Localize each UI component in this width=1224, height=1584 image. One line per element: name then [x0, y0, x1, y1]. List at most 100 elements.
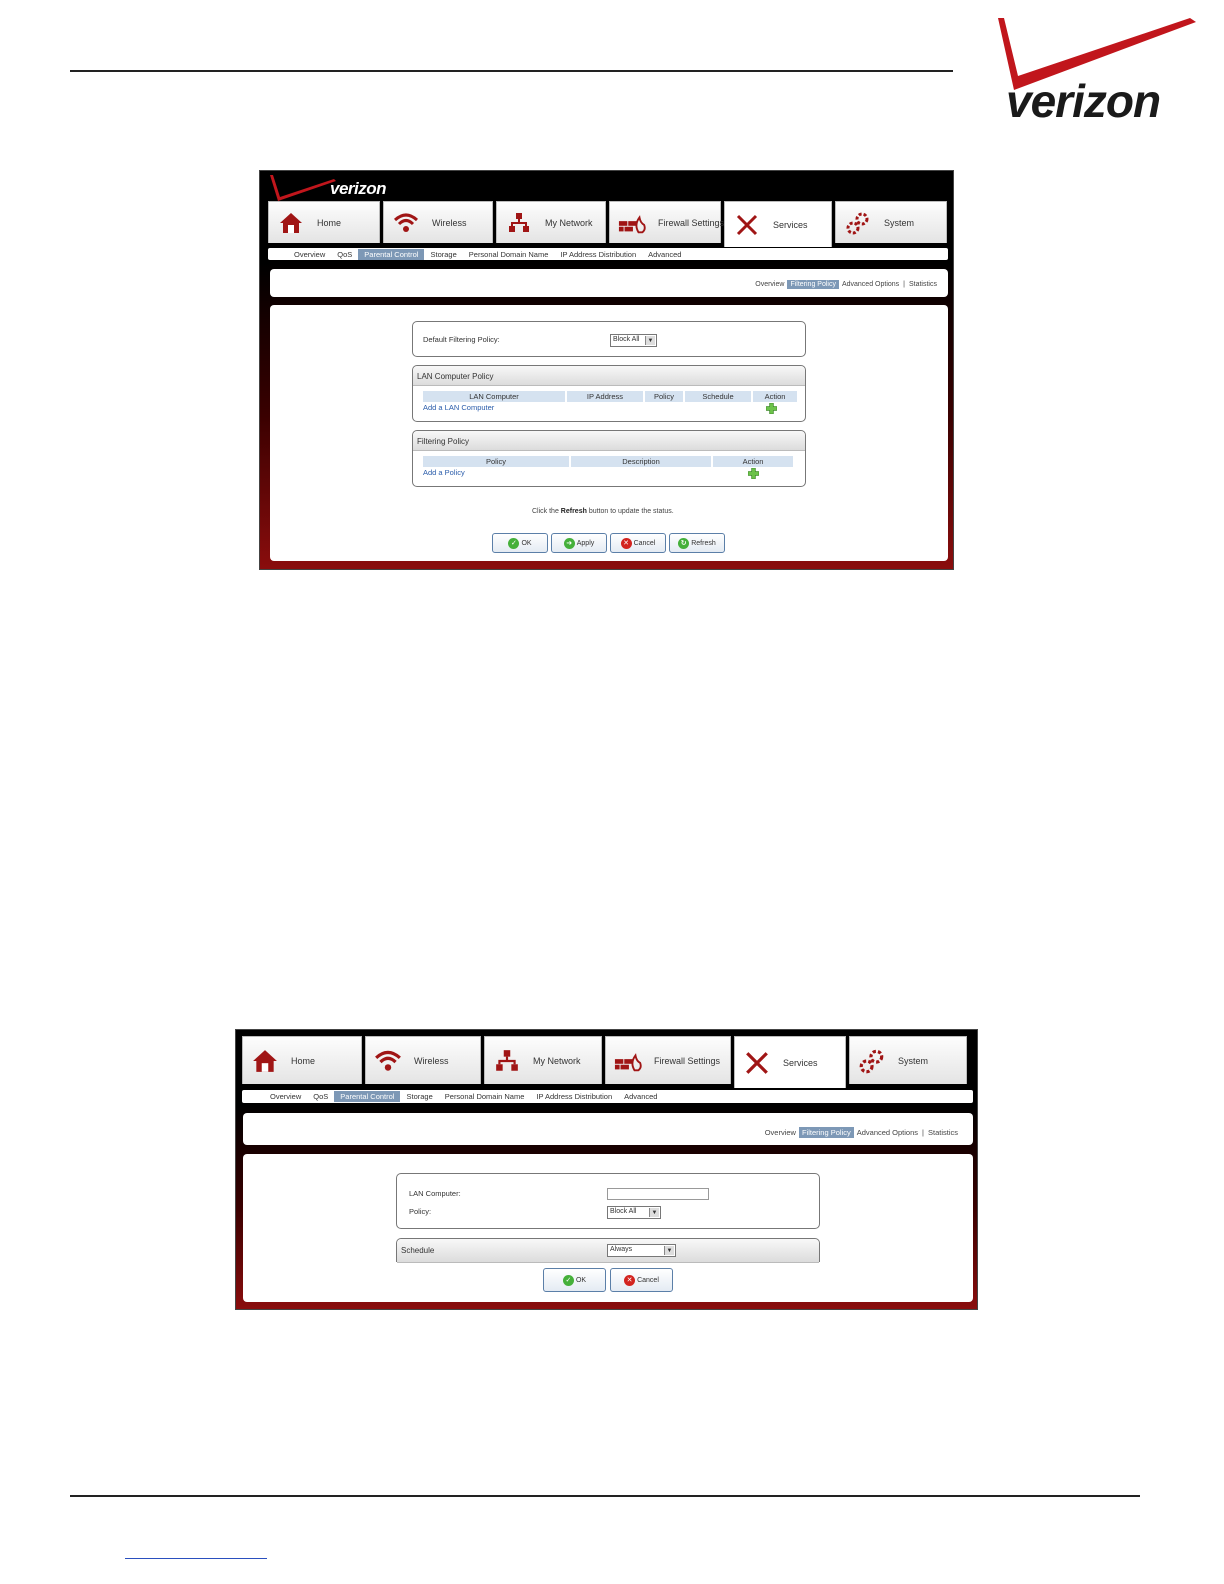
- chevron-down-icon: ▼: [649, 1208, 659, 1217]
- home-icon: [251, 1047, 279, 1075]
- section-nav: Overview Filtering Policy Advanced Optio…: [762, 1127, 961, 1138]
- subnav-advanced[interactable]: Advanced: [642, 249, 687, 260]
- tab-my-network[interactable]: My Network: [484, 1036, 602, 1084]
- tab-firewall-settings[interactable]: Firewall Settings: [605, 1036, 731, 1084]
- lan-table-header: LAN Computer IP Address Policy Schedule …: [423, 391, 799, 402]
- logo-text: verizon: [1006, 75, 1161, 127]
- tab-home[interactable]: Home: [268, 201, 380, 243]
- subnav-qos[interactable]: QoS: [331, 249, 358, 260]
- chevron-down-icon: ▼: [645, 336, 655, 345]
- tab-system[interactable]: System: [849, 1036, 967, 1084]
- firewall-icon: [614, 1047, 642, 1075]
- lan-computer-label: LAN Computer:: [409, 1189, 461, 1198]
- home-icon: [277, 209, 305, 237]
- refresh-button[interactable]: ↻ Refresh: [669, 533, 725, 553]
- policy-label: Policy:: [409, 1207, 432, 1216]
- tab-label: My Network: [533, 1055, 581, 1066]
- subnav-ip-address-distribution[interactable]: IP Address Distribution: [530, 1091, 618, 1102]
- tab-label: Wireless: [432, 217, 467, 228]
- secnav-overview[interactable]: Overview: [762, 1127, 799, 1138]
- tab-wireless[interactable]: Wireless: [383, 201, 493, 243]
- sub-navigation: Overview QoS Parental Control Storage Pe…: [242, 1090, 973, 1103]
- subnav-ip-address-distribution[interactable]: IP Address Distribution: [554, 249, 642, 260]
- services-icon: [733, 211, 761, 239]
- subnav-personal-domain-name[interactable]: Personal Domain Name: [463, 249, 555, 260]
- note-text: button to update the status.: [588, 508, 674, 515]
- ok-button[interactable]: ✓ OK: [492, 533, 548, 553]
- column-header: Policy: [645, 391, 683, 402]
- policy-table-header: Policy Description Action: [423, 456, 795, 467]
- subnav-storage[interactable]: Storage: [424, 249, 462, 260]
- main-panel: LAN Computer: Policy: Block All ▼ Schedu…: [243, 1154, 973, 1302]
- select-value: Always: [610, 1246, 633, 1253]
- refresh-note: Click the Refresh button to update the s…: [532, 508, 674, 515]
- secnav-statistics[interactable]: Statistics: [925, 1127, 961, 1138]
- tab-label: System: [884, 217, 915, 228]
- subnav-parental-control[interactable]: Parental Control: [358, 248, 425, 260]
- apply-button[interactable]: ➜ Apply: [551, 533, 607, 553]
- check-icon: ✓: [562, 1274, 574, 1286]
- footer-link-underline[interactable]: [125, 1558, 267, 1559]
- column-header: IP Address: [567, 391, 643, 402]
- tab-services[interactable]: Services: [734, 1036, 846, 1088]
- secnav-filtering-policy[interactable]: Filtering Policy: [798, 1127, 854, 1138]
- section-nav: Overview Filtering Policy Advanced Optio…: [752, 280, 940, 289]
- default-policy-box: Default Filtering Policy: Block All ▼: [412, 321, 806, 357]
- subnav-advanced[interactable]: Advanced: [618, 1091, 663, 1102]
- secnav-advanced-options[interactable]: Advanced Options: [839, 280, 902, 289]
- checkmark-icon: [270, 175, 336, 201]
- subnav-parental-control[interactable]: Parental Control: [334, 1091, 401, 1102]
- tab-home[interactable]: Home: [242, 1036, 362, 1084]
- button-label: Refresh: [691, 539, 716, 547]
- button-label: OK: [521, 539, 532, 547]
- note-bold: Refresh: [560, 508, 587, 515]
- subnav-personal-domain-name[interactable]: Personal Domain Name: [439, 1091, 531, 1102]
- gears-icon: [858, 1047, 886, 1075]
- tab-services[interactable]: Services: [724, 201, 832, 247]
- screenshot-add-lan-computer: Home Wireless My Network Firewall Settin…: [235, 1029, 978, 1310]
- tab-system[interactable]: System: [835, 201, 947, 243]
- section-nav-panel: Overview Filtering Policy Advanced Optio…: [243, 1113, 973, 1145]
- button-label: OK: [575, 1276, 587, 1284]
- network-icon: [493, 1047, 521, 1075]
- chevron-down-icon: ▼: [664, 1246, 674, 1255]
- schedule-select[interactable]: Always ▼: [607, 1244, 676, 1257]
- box-title: LAN Computer Policy: [413, 366, 805, 386]
- default-policy-select[interactable]: Block All ▼: [610, 334, 657, 347]
- policy-select[interactable]: Block All ▼: [607, 1206, 661, 1219]
- verizon-logo: verizon: [990, 14, 1200, 130]
- add-lan-computer-link[interactable]: Add a LAN Computer: [423, 403, 494, 412]
- tab-wireless[interactable]: Wireless: [365, 1036, 481, 1084]
- tab-label: Home: [317, 217, 342, 228]
- secnav-statistics[interactable]: Statistics: [906, 280, 940, 289]
- column-header: Schedule: [685, 391, 751, 402]
- add-policy-link[interactable]: Add a Policy: [423, 468, 465, 477]
- lan-computer-input[interactable]: [607, 1188, 709, 1200]
- cancel-icon: ✕: [624, 1274, 636, 1286]
- cancel-button[interactable]: ✕ Cancel: [610, 1268, 673, 1292]
- secnav-advanced-options[interactable]: Advanced Options: [854, 1127, 921, 1138]
- button-label: Cancel: [637, 1276, 659, 1284]
- ok-button[interactable]: ✓ OK: [543, 1268, 606, 1292]
- tab-firewall-settings[interactable]: Firewall Settings: [609, 201, 724, 243]
- tab-label: My Network: [545, 217, 593, 228]
- firewall-icon: [618, 209, 646, 237]
- add-icon[interactable]: [766, 403, 777, 414]
- note-text: Click the: [532, 508, 559, 515]
- subnav-overview[interactable]: Overview: [288, 249, 331, 260]
- secnav-filtering-policy[interactable]: Filtering Policy: [787, 280, 839, 289]
- schedule-box: Schedule Always ▼: [396, 1238, 820, 1263]
- cancel-button[interactable]: ✕ Cancel: [610, 533, 666, 553]
- tab-label: Services: [773, 219, 808, 230]
- add-icon[interactable]: [748, 468, 759, 479]
- router-brand-text: verizon: [330, 179, 387, 198]
- check-icon: ✓: [508, 537, 520, 549]
- column-header: Policy: [423, 456, 569, 467]
- subnav-qos[interactable]: QoS: [307, 1091, 334, 1102]
- subnav-overview[interactable]: Overview: [264, 1091, 307, 1102]
- tab-my-network[interactable]: My Network: [496, 201, 606, 243]
- schedule-label: Schedule: [401, 1246, 435, 1255]
- gears-icon: [844, 209, 872, 237]
- subnav-storage[interactable]: Storage: [400, 1091, 438, 1102]
- secnav-overview[interactable]: Overview: [752, 280, 787, 289]
